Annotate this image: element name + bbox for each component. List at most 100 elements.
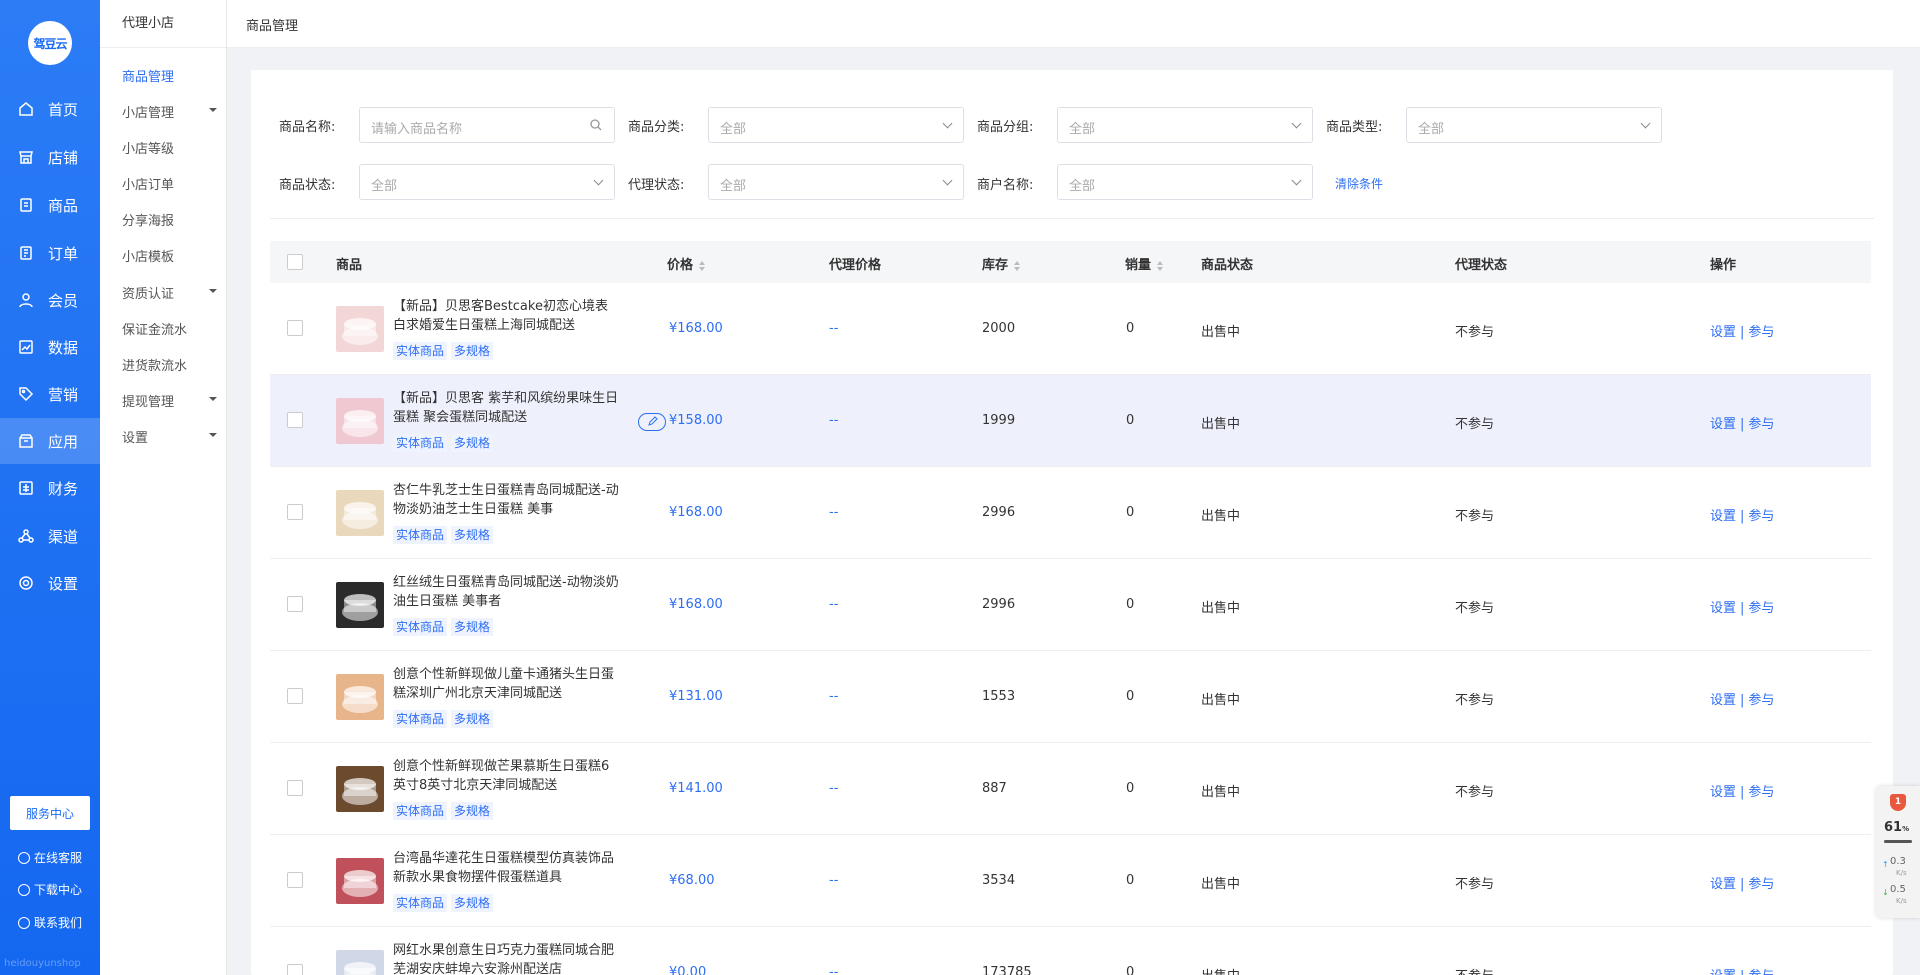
row-checkbox[interactable] — [287, 412, 303, 428]
product-name[interactable]: 杏仁牛乳芝士生日蛋糕青岛同城配送-动物淡奶油芝士生日蛋糕 美事 — [393, 481, 619, 519]
separator: | — [1740, 601, 1745, 616]
nav-item-finance[interactable]: 财务 — [0, 465, 100, 511]
subnav-item-settings[interactable]: 设置 — [122, 427, 222, 446]
subnav-item-shop-level[interactable]: 小店等级 — [122, 138, 222, 157]
table-row[interactable]: 台湾晶华達花生日蛋糕模型仿真装饰品新款水果食物摆件假蛋糕道具 实体商品 多规格 ¥68… — [270, 835, 1871, 927]
tag-multi-spec: 多规格 — [451, 618, 494, 636]
join-link[interactable]: 参与 — [1748, 877, 1774, 892]
nav-item-member[interactable]: 会员 — [0, 277, 100, 323]
col-stock[interactable]: 库存 — [982, 254, 1021, 273]
nav-item-settings[interactable]: 设置 — [0, 560, 100, 606]
link-label: 在线客服 — [34, 851, 83, 865]
select-all-checkbox[interactable] — [287, 254, 303, 270]
setting-link[interactable]: 设置 — [1710, 785, 1736, 800]
system-monitor-widget[interactable]: 1 61% ↑ 0.3 K/s ↓ 0.5 K/s — [1876, 786, 1920, 918]
product-name-input[interactable]: 请输入商品名称 — [359, 107, 615, 143]
online-service-link[interactable]: 在线客服 — [18, 849, 82, 866]
table-row[interactable]: 【新品】贝思客 紫芋和风缤纷果味生日蛋糕 聚会蛋糕同城配送 实体商品 多规格 ¥158… — [270, 375, 1871, 467]
join-link[interactable]: 参与 — [1748, 417, 1774, 432]
table-row[interactable]: 红丝绒生日蛋糕青岛同城配送-动物淡奶油生日蛋糕 美事者 实体商品 多规格 ¥168.0… — [270, 559, 1871, 651]
status-cell: 出售中 — [1201, 693, 1241, 708]
col-label: 库存 — [982, 258, 1009, 273]
join-link[interactable]: 参与 — [1748, 969, 1774, 975]
row-checkbox[interactable] — [287, 780, 303, 796]
subnav-item-deposit-flow[interactable]: 保证金流水 — [122, 319, 222, 338]
table-row[interactable]: 【新品】贝思客Bestcake初恋心境表白求婚爱生日蛋糕上海同城配送实体商品 多规… — [270, 283, 1871, 375]
product-name[interactable]: 创意个性新鲜现做芒果慕斯生日蛋糕6英寸8英寸北京天津同城配送 — [393, 757, 619, 795]
setting-link[interactable]: 设置 — [1710, 601, 1736, 616]
product-thumbnail[interactable] — [336, 766, 384, 812]
subnav-item-share-poster[interactable]: 分享海报 — [122, 210, 222, 229]
setting-link[interactable]: 设置 — [1710, 325, 1736, 340]
subnav-item-shop-order[interactable]: 小店订单 — [122, 174, 222, 193]
product-thumbnail[interactable] — [336, 398, 384, 444]
nav-item-home[interactable]: 首页 — [0, 86, 100, 132]
row-checkbox[interactable] — [287, 964, 303, 975]
product-thumbnail[interactable] — [336, 582, 384, 628]
subnav-item-goods-manage[interactable]: 商品管理 — [122, 66, 222, 85]
service-center-button[interactable]: 服务中心 — [10, 796, 90, 830]
nav-item-channel[interactable]: 渠道 — [0, 513, 100, 559]
tag-physical: 实体商品 — [393, 342, 448, 360]
join-link[interactable]: 参与 — [1748, 509, 1774, 524]
status-select[interactable]: 全部 — [359, 164, 615, 200]
product-thumbnail[interactable] — [336, 306, 384, 352]
subnav-item-purchase-flow[interactable]: 进货款流水 — [122, 355, 222, 374]
product-thumbnail[interactable] — [336, 490, 384, 536]
agent-status-cell: 不参与 — [1455, 693, 1495, 708]
join-link[interactable]: 参与 — [1748, 785, 1774, 800]
setting-link[interactable]: 设置 — [1710, 969, 1736, 975]
setting-link[interactable]: 设置 — [1710, 877, 1736, 892]
tag-multi-spec: 多规格 — [451, 342, 494, 360]
product-name[interactable]: 红丝绒生日蛋糕青岛同城配送-动物淡奶油生日蛋糕 美事者 — [393, 573, 619, 611]
row-checkbox[interactable] — [287, 596, 303, 612]
row-checkbox[interactable] — [287, 504, 303, 520]
table-row[interactable]: 网红水果创意生日巧克力蛋糕同城合肥芜湖安庆蚌埠六安滁州配送店实体商品多规格¥0.… — [270, 927, 1871, 975]
setting-link[interactable]: 设置 — [1710, 509, 1736, 524]
product-thumbnail[interactable] — [336, 950, 384, 975]
merchant-select[interactable]: 全部 — [1057, 164, 1313, 200]
category-select[interactable]: 全部 — [708, 107, 964, 143]
group-select[interactable]: 全部 — [1057, 107, 1313, 143]
table-row[interactable]: 杏仁牛乳芝士生日蛋糕青岛同城配送-动物淡奶油芝士生日蛋糕 美事 实体商品 多规格 ¥1… — [270, 467, 1871, 559]
contact-us-link[interactable]: 联系我们 — [18, 914, 82, 931]
nav-item-goods[interactable]: 商品 — [0, 182, 100, 228]
clear-filters-link[interactable]: 清除条件 — [1335, 175, 1383, 192]
sales-cell: 0 — [1126, 781, 1135, 796]
product-name[interactable]: 【新品】贝思客Bestcake初恋心境表白求婚爱生日蛋糕上海同城配送 — [393, 297, 619, 335]
join-link[interactable]: 参与 — [1748, 325, 1774, 340]
col-price[interactable]: 价格 — [667, 254, 706, 273]
join-link[interactable]: 参与 — [1748, 601, 1774, 616]
subnav-item-withdraw[interactable]: 提现管理 — [122, 391, 222, 410]
nav-item-store[interactable]: 店铺 — [0, 134, 100, 180]
nav-item-app[interactable]: 应用 — [0, 418, 100, 464]
row-checkbox[interactable] — [287, 872, 303, 888]
join-link[interactable]: 参与 — [1748, 693, 1774, 708]
product-name[interactable]: 创意个性新鲜现做儿童卡通猪头生日蛋糕深圳广州北京天津同城配送 — [393, 665, 619, 703]
subnav-item-qualification[interactable]: 资质认证 — [122, 283, 222, 302]
agent-status-select[interactable]: 全部 — [708, 164, 964, 200]
row-checkbox[interactable] — [287, 320, 303, 336]
nav-item-data[interactable]: 数据 — [0, 324, 100, 370]
download-center-link[interactable]: 下载中心 — [18, 881, 82, 898]
table-row[interactable]: 创意个性新鲜现做芒果慕斯生日蛋糕6英寸8英寸北京天津同城配送 实体商品 多规格 ¥14… — [270, 743, 1871, 835]
product-name[interactable]: 网红水果创意生日巧克力蛋糕同城合肥芜湖安庆蚌埠六安滁州配送店 — [393, 941, 619, 975]
product-thumbnail[interactable] — [336, 674, 384, 720]
product-thumbnail[interactable] — [336, 858, 384, 904]
setting-link[interactable]: 设置 — [1710, 693, 1736, 708]
product-name[interactable]: 台湾晶华達花生日蛋糕模型仿真装饰品新款水果食物摆件假蛋糕道具 — [393, 849, 619, 887]
nav-item-order[interactable]: 订单 — [0, 230, 100, 276]
edit-button[interactable] — [638, 413, 666, 431]
home-icon — [19, 102, 33, 116]
nav-item-marketing[interactable]: 营销 — [0, 371, 100, 417]
link-label: 下载中心 — [34, 883, 83, 897]
col-sales[interactable]: 销量 — [1125, 254, 1164, 273]
brand-logo[interactable]: 驾豆云 — [28, 21, 72, 65]
setting-link[interactable]: 设置 — [1710, 417, 1736, 432]
subnav-item-shop-template[interactable]: 小店模板 — [122, 246, 222, 265]
type-select[interactable]: 全部 — [1406, 107, 1662, 143]
row-checkbox[interactable] — [287, 688, 303, 704]
subnav-item-shop-manage[interactable]: 小店管理 — [122, 102, 222, 121]
table-row[interactable]: 创意个性新鲜现做儿童卡通猪头生日蛋糕深圳广州北京天津同城配送 实体商品 多规格 ¥13… — [270, 651, 1871, 743]
product-name[interactable]: 【新品】贝思客 紫芋和风缤纷果味生日蛋糕 聚会蛋糕同城配送 — [393, 389, 619, 427]
